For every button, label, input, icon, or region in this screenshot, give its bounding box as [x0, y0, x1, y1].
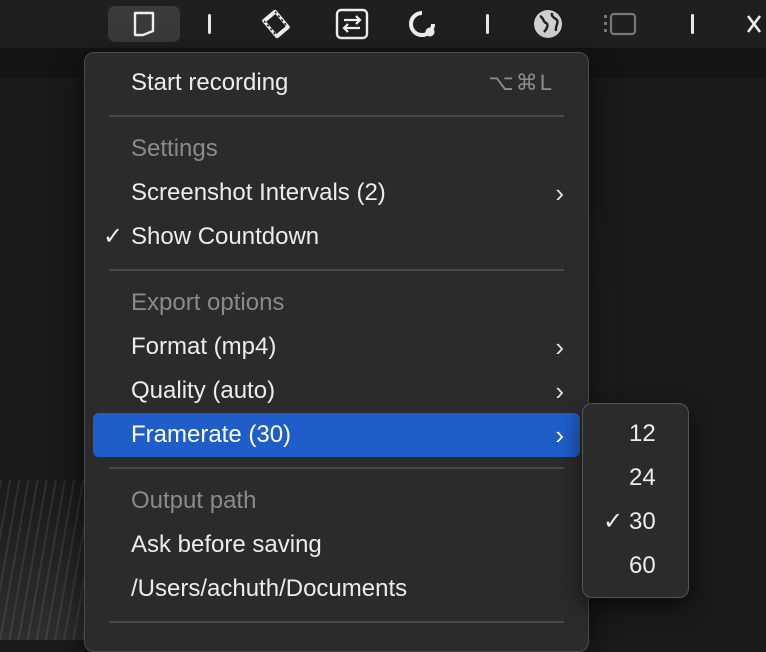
start-recording-shortcut: ⌥⌘L [488, 70, 554, 95]
chevron-right-icon: › [555, 376, 564, 406]
menu-item-format[interactable]: Format (mp4) › [93, 325, 580, 369]
menubar-separator [486, 14, 489, 34]
menubar-separator [208, 14, 211, 34]
menubar-separator [691, 14, 694, 34]
screenshot-intervals-label: Screenshot Intervals (2) [131, 179, 386, 206]
framerate-option-label: 60 [629, 552, 656, 579]
dropdown-menu: Start recording ⌥⌘L Settings Screenshot … [84, 52, 589, 652]
background-grass [0, 480, 90, 640]
checkmark-icon: ✓ [602, 508, 624, 535]
chevron-right-icon: › [555, 332, 564, 362]
menu-item-start-recording[interactable]: Start recording ⌥⌘L [93, 61, 580, 105]
section-header-settings: Settings [131, 135, 218, 162]
framerate-option-24[interactable]: 24 [589, 456, 684, 500]
framerate-option-30[interactable]: ✓ 30 [589, 500, 684, 544]
film-strip-icon[interactable] [258, 6, 294, 42]
section-header-output-path: Output path [131, 487, 257, 514]
menu-item-framerate[interactable]: Framerate (30) › [93, 413, 580, 457]
globe-icon[interactable] [530, 6, 566, 42]
menu-divider [109, 115, 564, 117]
swap-arrows-icon[interactable] [334, 6, 370, 42]
quality-label: Quality (auto) [131, 377, 276, 404]
menu-item-quality[interactable]: Quality (auto) › [93, 369, 580, 413]
start-recording-label: Start recording [131, 69, 289, 96]
output-path-label: /Users/achuth/Documents [131, 575, 408, 602]
show-countdown-label: Show Countdown [131, 223, 320, 250]
refresh-circle-icon[interactable] [404, 6, 440, 42]
close-x-icon[interactable] [742, 6, 766, 42]
section-header-export-options: Export options [131, 289, 285, 316]
menu-item-screenshot-intervals[interactable]: Screenshot Intervals (2) › [93, 171, 580, 215]
menu-item-output-path[interactable]: /Users/achuth/Documents [93, 567, 580, 611]
framerate-option-label: 12 [629, 420, 656, 447]
menu-bar [0, 0, 766, 48]
checkmark-icon: ✓ [102, 223, 124, 250]
chevron-right-icon: › [555, 420, 564, 450]
menu-divider [109, 269, 564, 271]
framerate-option-label: 30 [629, 508, 656, 535]
sidebar-toggle-icon[interactable] [602, 6, 638, 42]
menu-item-ask-before-saving[interactable]: Ask before saving [93, 523, 580, 567]
ask-before-saving-label: Ask before saving [131, 531, 322, 558]
menu-item-show-countdown[interactable]: ✓ Show Countdown [93, 215, 580, 259]
chevron-right-icon: › [555, 178, 564, 208]
format-label: Format (mp4) [131, 333, 277, 360]
framerate-option-12[interactable]: 12 [589, 412, 684, 456]
crop-frame-icon[interactable] [108, 6, 180, 42]
framerate-option-label: 24 [629, 464, 656, 491]
framerate-option-60[interactable]: 60 [589, 544, 684, 588]
menu-divider [109, 621, 564, 623]
framerate-label: Framerate (30) [131, 421, 292, 448]
framerate-submenu: 12 24 ✓ 30 60 [582, 403, 689, 598]
menu-divider [109, 467, 564, 469]
